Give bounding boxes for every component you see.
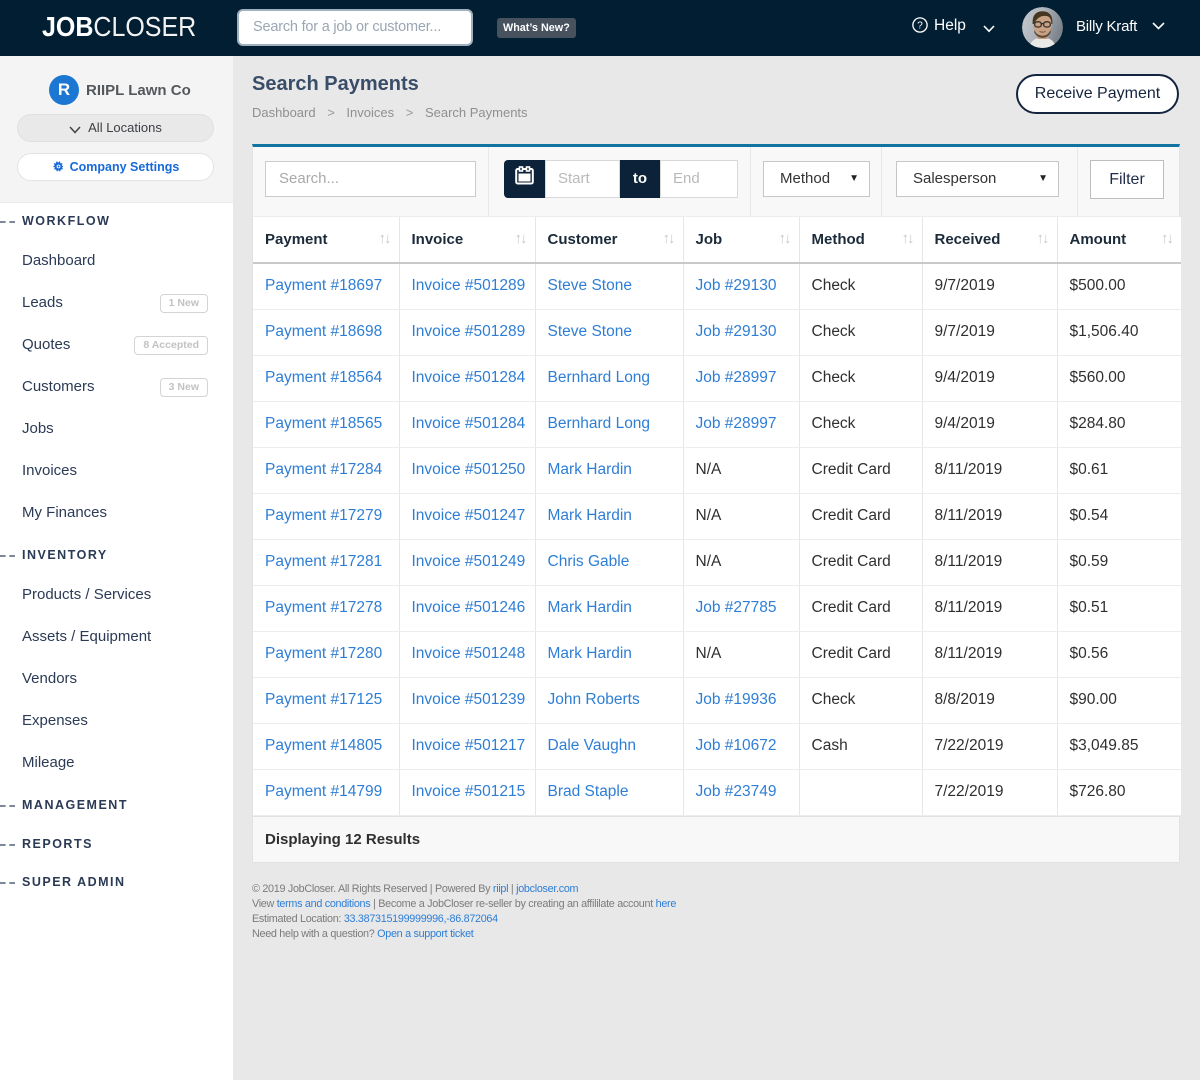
svg-text:?: ? (917, 21, 923, 32)
